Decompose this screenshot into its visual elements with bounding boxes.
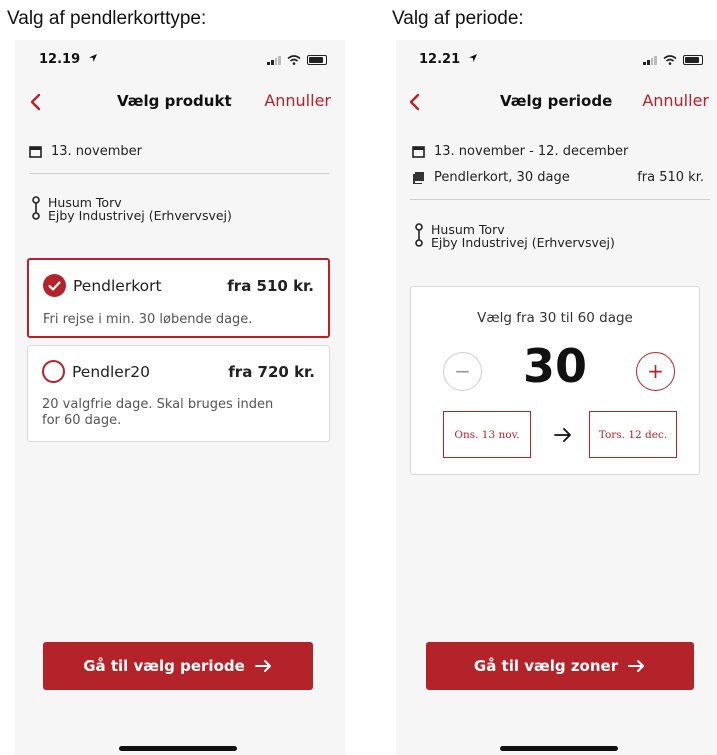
status-bar: 12.21 [396,52,717,72]
option-name: Pendler20 [72,363,150,381]
signal-icon [643,55,657,65]
go-to-period-button[interactable]: Gå til vælg periode [43,642,313,690]
period-picker-card: Vælg fra 30 til 60 dage − 30 + Ons. 13 n… [410,286,700,475]
option-description: Fri rejse i min. 30 løbende dage. [43,312,253,327]
arrow-right-icon [254,660,271,672]
date-range-row[interactable]: 13. november - 12. december [412,144,628,159]
calendar-icon [412,146,425,158]
route-icon [415,223,423,247]
page-title: Vælg produkt [117,92,232,110]
back-chevron-icon[interactable] [404,88,428,116]
page-title: Vælg periode [500,92,613,110]
route-row[interactable]: Husum Torv Ejby Industrivej (Erhvervsvej… [31,196,232,222]
status-time: 12.19 [39,52,98,67]
divider [410,199,710,200]
end-date-box[interactable]: Tors. 12 dec. [589,411,677,458]
increase-days-button[interactable]: + [636,352,675,391]
caption-period: Valg af periode: [392,8,524,29]
plus-icon: + [647,359,664,383]
wifi-icon [663,55,677,65]
radio-selected[interactable] [43,274,66,297]
option-name: Pendlerkort [73,277,162,295]
cancel-link[interactable]: Annuller [264,91,331,110]
nav-bar: Vælg produkt Annuller [15,88,345,116]
option-card-pendlerkort[interactable]: Pendlerkort fra 510 kr. Fri rejse i min.… [27,258,330,338]
check-icon [48,281,61,291]
caption-product-type: Valg af pendlerkorttype: [7,8,207,29]
back-chevron-icon[interactable] [25,88,49,116]
wifi-icon [287,55,301,65]
option-price: fra 720 kr. [228,363,315,381]
date-range-text: 13. november - 12. december [434,144,629,159]
period-range-label: Vælg fra 30 til 60 dage [477,310,633,326]
end-date-text: Tors. 12 dec. [598,428,668,441]
home-indicator[interactable] [119,746,237,751]
product-label: Pendlerkort, 30 dage [434,170,570,185]
option-card-pendler20[interactable]: Pendler20 fra 720 kr. 20 valgfrie dage. … [27,345,330,442]
arrow-right-icon [628,660,645,672]
divider [29,173,329,174]
route-row[interactable]: Husum Torv Ejby Industrivej (Erhvervsvej… [414,223,615,249]
product-price: fra 510 kr. [637,170,704,185]
route-to: Ejby Industrivej (Erhvervsvej) [431,235,615,250]
route-to: Ejby Industrivej (Erhvervsvej) [48,208,232,223]
button-label: Gå til vælg periode [83,657,245,675]
option-description: 20 valgfrie dage. Skal bruges inden for … [42,397,273,429]
battery-icon [307,55,327,65]
start-date-text: Ons. 13 nov. [454,428,520,441]
date-text: 13. november [51,144,142,159]
start-date-box[interactable]: Ons. 13 nov. [443,411,531,458]
home-indicator[interactable] [500,746,618,751]
go-to-zones-button[interactable]: Gå til vælg zoner [426,642,694,690]
route-icon [32,196,40,220]
product-row[interactable]: Pendlerkort, 30 dage fra 510 kr. [412,170,712,185]
arrow-right-icon [554,428,571,442]
button-label: Gå til vælg zoner [473,657,619,675]
status-bar: 12.19 [15,52,345,72]
nav-bar: Vælg periode Annuller [396,88,717,116]
status-time: 12.21 [419,52,478,67]
signal-icon [267,55,281,65]
ticket-icon [413,172,424,184]
phone-screen-product: 12.19 Vælg produkt Annuller 13. november… [15,40,345,755]
cancel-link[interactable]: Annuller [642,91,709,110]
option-description-line: 20 valgfrie dage. Skal bruges inden [42,397,274,412]
location-arrow-icon [468,54,477,62]
battery-icon [683,55,703,65]
option-price: fra 510 kr. [227,277,314,295]
date-row[interactable]: 13. november [29,144,142,159]
calendar-icon [29,146,42,158]
phone-screen-period: 12.21 Vælg periode Annuller 13. november… [396,40,717,755]
location-arrow-icon [88,54,97,62]
radio-unselected[interactable] [42,360,65,383]
option-description-line: for 60 dage. [42,413,122,428]
